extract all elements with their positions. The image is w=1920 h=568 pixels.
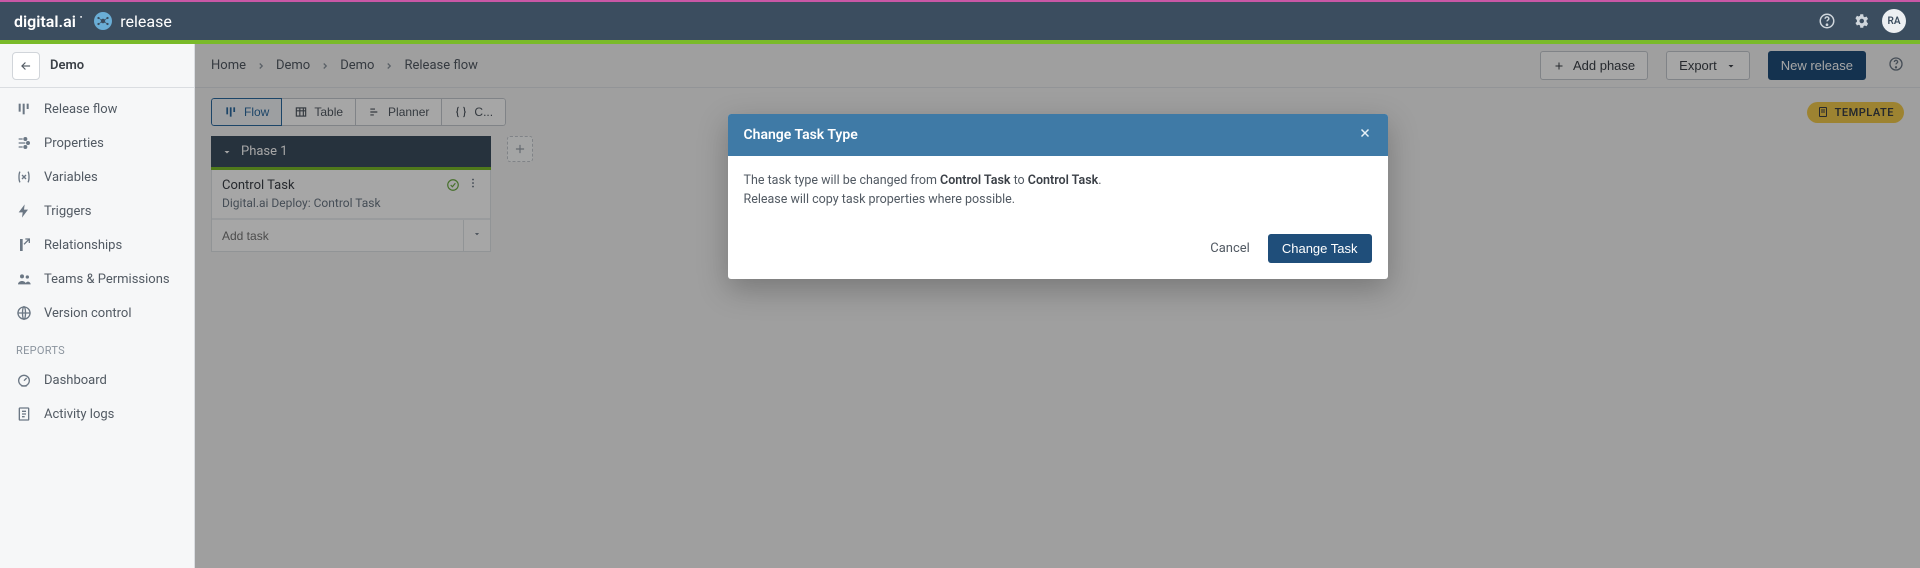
sidebar-item-label: Variables <box>44 170 98 185</box>
sidebar-item-label: Teams & Permissions <box>44 272 170 287</box>
change-task-type-modal: Change Task Type The task type will be c… <box>728 114 1388 279</box>
sidebar-section-reports: REPORTS <box>0 330 194 363</box>
modal-to-type: Control Task <box>1028 173 1098 188</box>
flow-icon <box>16 101 32 117</box>
sidebar-title: Demo <box>50 58 84 73</box>
relationships-icon <box>16 237 32 253</box>
activity-logs-icon <box>16 406 32 422</box>
brand-block: digital.ai ● release <box>14 12 172 31</box>
settings-icon[interactable] <box>1848 8 1874 34</box>
modal-line1-mid: to <box>1010 173 1027 188</box>
sidebar-item-relationships[interactable]: Relationships <box>0 228 194 262</box>
variables-icon <box>16 169 32 185</box>
modal-confirm-button[interactable]: Change Task <box>1268 234 1372 263</box>
back-button[interactable] <box>12 52 40 80</box>
teams-icon <box>16 271 32 287</box>
sidebar-item-release-flow[interactable]: Release flow <box>0 92 194 126</box>
sidebar-item-label: Dashboard <box>44 373 107 388</box>
help-icon[interactable] <box>1814 8 1840 34</box>
modal-from-type: Control Task <box>940 173 1010 188</box>
sidebar-item-dashboard[interactable]: Dashboard <box>0 363 194 397</box>
sidebar-item-label: Relationships <box>44 238 122 253</box>
sidebar-item-label: Triggers <box>44 204 91 219</box>
user-avatar[interactable]: RA <box>1882 9 1906 33</box>
sidebar-item-label: Release flow <box>44 102 117 117</box>
sidebar-title-row: Demo <box>0 44 194 88</box>
modal-body: The task type will be changed from Contr… <box>728 156 1388 226</box>
modal-line1-prefix: The task type will be changed from <box>744 173 941 188</box>
sidebar-item-label: Properties <box>44 136 104 151</box>
modal-actions: Cancel Change Task <box>728 226 1388 279</box>
brand-name: digital.ai <box>14 12 76 31</box>
release-product-icon <box>94 12 112 30</box>
sidebar-item-label: Activity logs <box>44 407 114 422</box>
brand-product: release <box>120 12 172 31</box>
content-area: Home Demo Demo Release flow Add phase Ex… <box>195 44 1920 568</box>
sidebar-item-version-control[interactable]: Version control <box>0 296 194 330</box>
brand-dot: ● <box>80 14 82 19</box>
modal-line2: Release will copy task properties where … <box>744 192 1016 207</box>
version-control-icon <box>16 305 32 321</box>
triggers-icon <box>16 203 32 219</box>
dashboard-icon <box>16 372 32 388</box>
sidebar-item-variables[interactable]: Variables <box>0 160 194 194</box>
sidebar-item-triggers[interactable]: Triggers <box>0 194 194 228</box>
modal-header: Change Task Type <box>728 114 1388 156</box>
sidebar-item-activity-logs[interactable]: Activity logs <box>0 397 194 431</box>
modal-close-icon[interactable] <box>1358 126 1372 144</box>
modal-line1-suffix: . <box>1098 173 1101 188</box>
sidebar-item-teams-permissions[interactable]: Teams & Permissions <box>0 262 194 296</box>
sidebar-item-properties[interactable]: Properties <box>0 126 194 160</box>
app-topbar: digital.ai ● release RA <box>0 0 1920 40</box>
sidebar: Demo Release flow Properties Variables T… <box>0 44 195 568</box>
sidebar-item-label: Version control <box>44 306 132 321</box>
modal-cancel-button[interactable]: Cancel <box>1210 241 1250 256</box>
properties-icon <box>16 135 32 151</box>
modal-title: Change Task Type <box>744 127 858 143</box>
